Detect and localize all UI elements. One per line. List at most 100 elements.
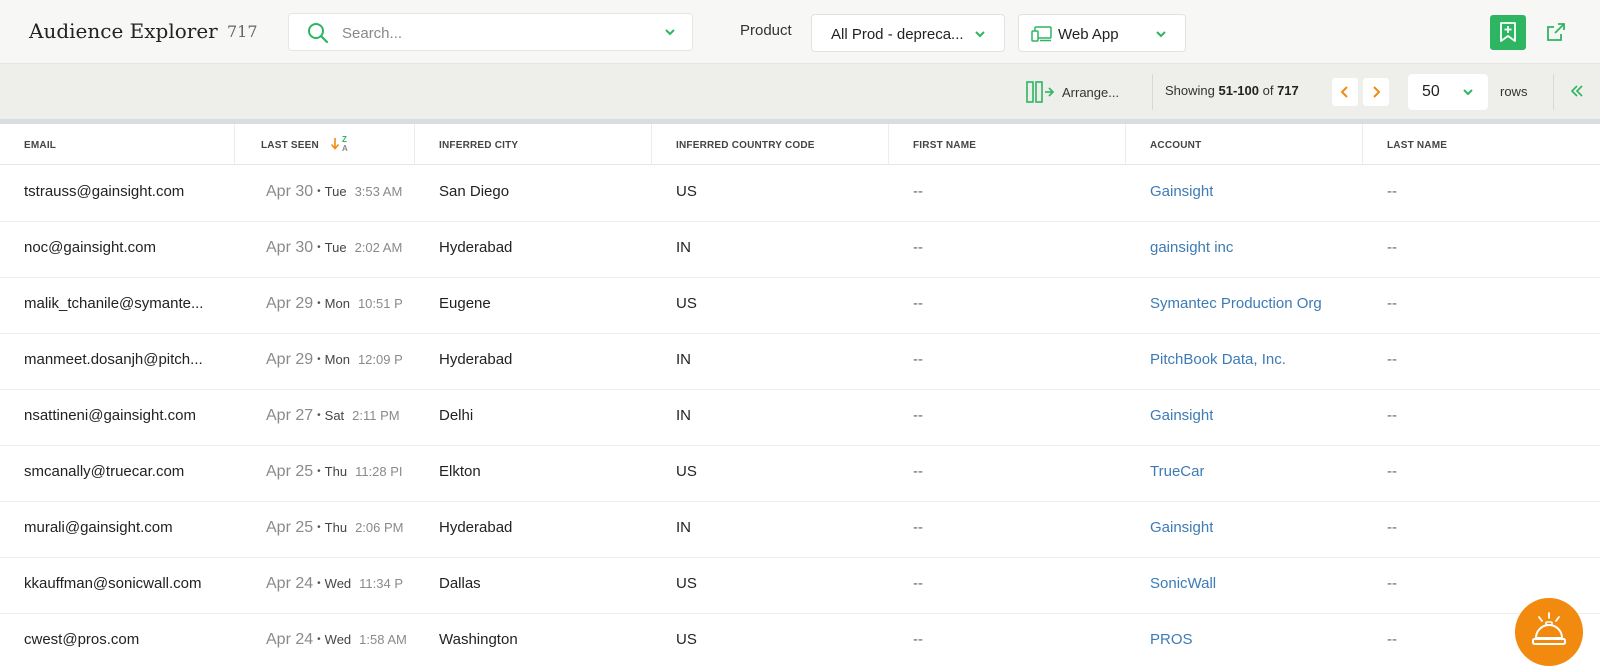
cell-first-name: -- xyxy=(913,631,923,648)
search-box[interactable] xyxy=(288,13,693,51)
device-icon xyxy=(1031,26,1052,42)
double-chevron-left-icon[interactable] xyxy=(1570,84,1584,98)
cell-last-seen: Apr 29 • Mon 12:09 P xyxy=(266,351,403,368)
cell-last-name: -- xyxy=(1387,351,1397,368)
product-select[interactable]: All Prod - depreca... xyxy=(811,14,1005,52)
table-row[interactable]: noc@gainsight.com Apr 30 • Tue 2:02 AM Hyde… xyxy=(0,221,1600,278)
cell-last-name: -- xyxy=(1387,463,1397,480)
cell-first-name: -- xyxy=(913,407,923,424)
cell-city: Dallas xyxy=(439,575,481,592)
page-title: Audience Explorer xyxy=(29,19,218,43)
cell-account-link[interactable]: Symantec Production Org xyxy=(1150,295,1322,312)
search-icon xyxy=(308,23,329,44)
showing-prefix: Showing xyxy=(1165,83,1215,98)
chevron-down-icon[interactable] xyxy=(664,28,676,36)
cell-city: Hyderabad xyxy=(439,239,513,256)
app-select-value: Web App xyxy=(1058,26,1119,43)
column-header-city[interactable]: INFERRED CITY xyxy=(415,124,652,165)
cell-first-name: -- xyxy=(913,239,923,256)
cell-account-link[interactable]: gainsight inc xyxy=(1150,239,1233,256)
table-row[interactable]: cwest@pros.com Apr 24 • Wed 1:58 AM Washing… xyxy=(0,613,1600,666)
table-row[interactable]: murali@gainsight.com Apr 25 • Thu 2:06 PM H… xyxy=(0,501,1600,558)
table-row[interactable]: nsattineni@gainsight.com Apr 27 • Sat 2:11 … xyxy=(0,389,1600,446)
save-segment-button[interactable] xyxy=(1490,15,1526,50)
cell-account-link[interactable]: TrueCar xyxy=(1150,463,1204,480)
cell-country: US xyxy=(676,463,697,480)
showing-total: 717 xyxy=(1277,83,1299,98)
users-table: EMAIL LAST SEEN Z A INFERRED CITY INFERR… xyxy=(0,124,1600,666)
pagination-summary: Showing 51-100 of 717 xyxy=(1165,83,1299,98)
cell-email[interactable]: tstrauss@gainsight.com xyxy=(24,183,229,200)
app-select[interactable]: Web App xyxy=(1018,14,1186,52)
cell-first-name: -- xyxy=(913,295,923,312)
cell-first-name: -- xyxy=(913,351,923,368)
external-link-icon[interactable] xyxy=(1546,22,1566,42)
cell-email[interactable]: kkauffman@sonicwall.com xyxy=(24,575,229,592)
rows-per-page-value: 50 xyxy=(1422,83,1440,100)
cell-last-seen: Apr 30 • Tue 3:53 AM xyxy=(266,183,403,200)
cell-email[interactable]: nsattineni@gainsight.com xyxy=(24,407,229,424)
cell-last-seen: Apr 29 • Mon 10:51 P xyxy=(266,295,403,312)
bookmark-add-icon xyxy=(1500,22,1516,42)
product-select-value: All Prod - depreca... xyxy=(831,26,964,43)
cell-city: San Diego xyxy=(439,183,510,200)
product-label: Product xyxy=(740,22,792,39)
cell-country: IN xyxy=(676,519,691,536)
search-input[interactable] xyxy=(342,22,642,44)
cell-email[interactable]: manmeet.dosanjh@pitch... xyxy=(24,351,229,368)
chevron-down-icon xyxy=(975,31,985,38)
cell-email[interactable]: cwest@pros.com xyxy=(24,631,229,648)
showing-range: 51-100 xyxy=(1218,83,1259,98)
cell-city: Hyderabad xyxy=(439,351,513,368)
sort-a: A xyxy=(342,144,348,153)
cell-email[interactable]: malik_tchanile@symante... xyxy=(24,295,229,312)
help-bell-button[interactable] xyxy=(1515,598,1583,666)
rows-per-page-select[interactable]: 50 xyxy=(1408,74,1488,110)
cell-city: Eugene xyxy=(439,295,491,312)
table-row[interactable]: malik_tchanile@symante... Apr 29 • Mon 10:5… xyxy=(0,277,1600,334)
cell-first-name: -- xyxy=(913,575,923,592)
cell-city: Delhi xyxy=(439,407,474,424)
cell-email[interactable]: murali@gainsight.com xyxy=(24,519,229,536)
rows-label: rows xyxy=(1500,84,1528,99)
column-header-first-name[interactable]: FIRST NAME xyxy=(889,124,1126,165)
column-header-email[interactable]: EMAIL xyxy=(0,124,235,165)
table-row[interactable]: manmeet.dosanjh@pitch... Apr 29 • Mon 12:09… xyxy=(0,333,1600,390)
cell-first-name: -- xyxy=(913,519,923,536)
cell-country: US xyxy=(676,575,697,592)
service-bell-icon xyxy=(1532,612,1566,645)
cell-email[interactable]: noc@gainsight.com xyxy=(24,239,229,256)
table-toolbar: Arrange... Showing 51-100 of 717 50 rows xyxy=(0,64,1600,119)
table-row[interactable]: kkauffman@sonicwall.com Apr 24 • Wed 11:34 … xyxy=(0,557,1600,614)
toolbar-divider xyxy=(1553,74,1554,110)
table-header: EMAIL LAST SEEN Z A INFERRED CITY INFERR… xyxy=(0,124,1600,165)
column-header-account[interactable]: ACCOUNT xyxy=(1126,124,1363,165)
table-row[interactable]: smcanally@truecar.com Apr 25 • Thu 11:28 PI… xyxy=(0,445,1600,502)
cell-first-name: -- xyxy=(913,463,923,480)
chevron-left-icon xyxy=(1340,86,1348,98)
table-row[interactable]: tstrauss@gainsight.com Apr 30 • Tue 3:53 AM… xyxy=(0,165,1600,222)
column-header-country[interactable]: INFERRED COUNTRY CODE xyxy=(652,124,889,165)
cell-account-link[interactable]: Gainsight xyxy=(1150,183,1213,200)
cell-account-link[interactable]: Gainsight xyxy=(1150,519,1213,536)
cell-account-link[interactable]: PitchBook Data, Inc. xyxy=(1150,351,1286,368)
cell-country: IN xyxy=(676,407,691,424)
cell-first-name: -- xyxy=(913,183,923,200)
cell-last-seen: Apr 24 • Wed 11:34 P xyxy=(266,575,404,592)
cell-account-link[interactable]: SonicWall xyxy=(1150,575,1216,592)
column-header-last-seen[interactable]: LAST SEEN Z A xyxy=(235,124,415,165)
previous-page-button[interactable] xyxy=(1332,78,1358,106)
sort-icon[interactable]: Z A xyxy=(330,134,352,154)
cell-email[interactable]: smcanally@truecar.com xyxy=(24,463,229,480)
cell-country: US xyxy=(676,295,697,312)
column-header-last-name[interactable]: LAST NAME xyxy=(1363,124,1600,165)
cell-account-link[interactable]: Gainsight xyxy=(1150,407,1213,424)
cell-account-link[interactable]: PROS xyxy=(1150,631,1193,648)
next-page-button[interactable] xyxy=(1363,78,1389,106)
chevron-down-icon xyxy=(1156,31,1166,38)
cell-last-name: -- xyxy=(1387,575,1397,592)
cell-city: Elkton xyxy=(439,463,481,480)
top-header: Audience Explorer 717 Product All Prod -… xyxy=(0,0,1600,64)
cell-last-name: -- xyxy=(1387,631,1397,648)
cell-last-name: -- xyxy=(1387,519,1397,536)
